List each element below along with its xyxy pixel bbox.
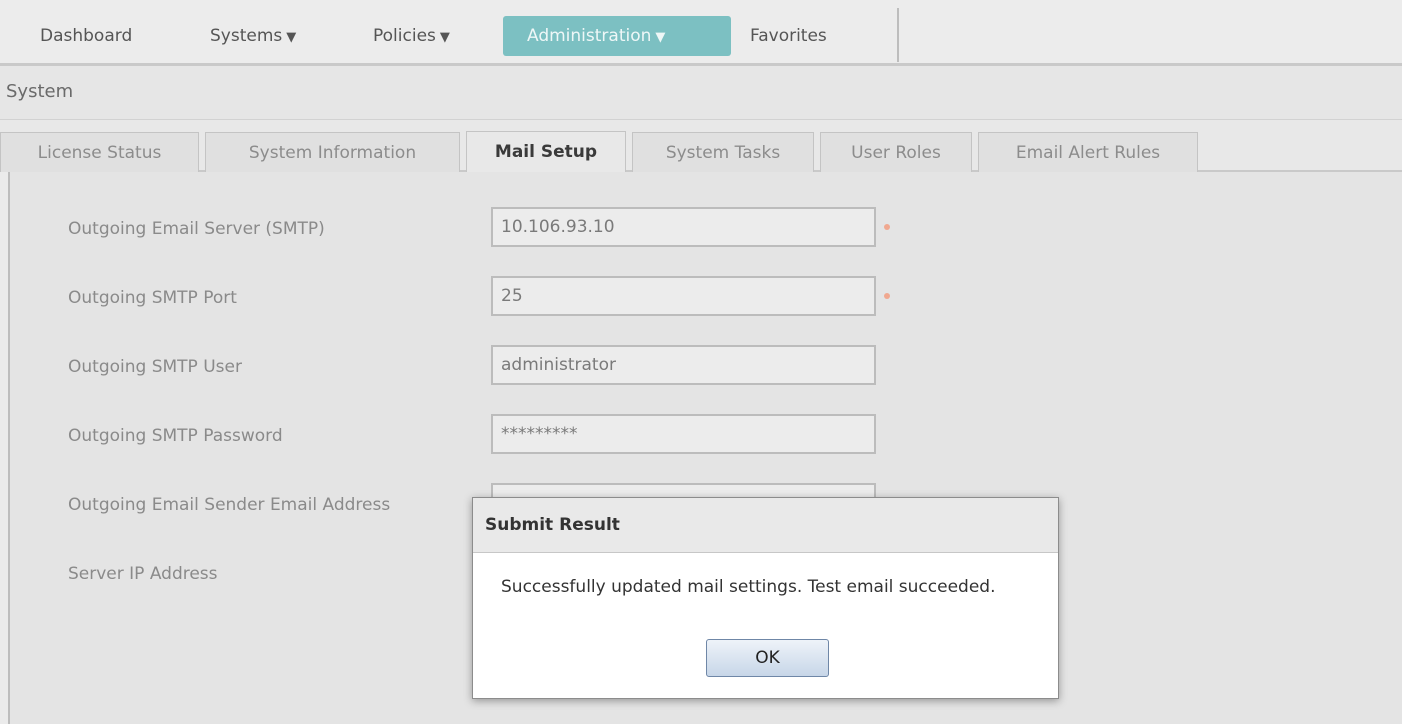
tab-mail-setup-label: Mail Setup	[494, 142, 598, 162]
tab-user-roles-label: User Roles	[851, 143, 941, 163]
nav-favorites-label: Favorites	[750, 26, 827, 46]
main-menu: Dashboard Systems ▼ Policies ▼ Administrat…	[4, 8, 899, 62]
tab-email-alert-rules-label: Email Alert Rules	[1015, 143, 1161, 163]
top-nav-bar: Dashboard Systems ▼ Policies ▼ Administrat…	[0, 0, 1402, 66]
tab-bar: License Status System Information Mail S…	[0, 120, 1402, 173]
required-marker	[884, 293, 890, 299]
server-ip-label: Server IP Address	[68, 564, 218, 584]
smtp-password-label: Outgoing SMTP Password	[68, 426, 283, 446]
section-header: System	[0, 66, 1402, 120]
ok-button[interactable]: OK	[706, 639, 829, 677]
nav-favorites[interactable]: Favorites	[750, 16, 827, 56]
dialog-message: Successfully updated mail settings. Test…	[501, 577, 996, 597]
chevron-down-icon: ▼	[439, 30, 450, 45]
required-marker	[884, 224, 890, 230]
smtp-port-label: Outgoing SMTP Port	[68, 288, 237, 308]
tab-license-status-label: License Status	[37, 143, 162, 163]
nav-administration[interactable]: Administration ▼	[503, 16, 731, 56]
smtp-user-label: Outgoing SMTP User	[68, 357, 242, 377]
tab-system-tasks[interactable]: System Tasks	[632, 132, 814, 172]
tab-email-alert-rules[interactable]: Email Alert Rules	[978, 132, 1198, 172]
smtp-password-input[interactable]	[491, 414, 876, 454]
dialog-title: Submit Result	[485, 515, 620, 535]
nav-dashboard-label: Dashboard	[40, 26, 133, 46]
nav-administration-label: Administration	[527, 26, 652, 46]
chevron-down-icon: ▼	[286, 30, 297, 45]
tab-user-roles[interactable]: User Roles	[820, 132, 972, 172]
nav-dashboard[interactable]: Dashboard	[40, 16, 132, 56]
nav-systems[interactable]: Systems ▼	[210, 16, 296, 56]
tab-system-information-label: System Information	[248, 143, 417, 163]
chevron-down-icon: ▼	[655, 30, 666, 45]
submit-result-dialog: Submit Result Successfully updated mail …	[472, 497, 1059, 699]
smtp-port-input[interactable]	[491, 276, 876, 316]
smtp-user-input[interactable]	[491, 345, 876, 385]
nav-policies-label: Policies	[373, 26, 436, 46]
nav-systems-label: Systems	[210, 26, 283, 46]
smtp-server-input[interactable]	[491, 207, 876, 247]
sender-email-label: Outgoing Email Sender Email Address	[68, 495, 391, 515]
smtp-server-label: Outgoing Email Server (SMTP)	[68, 219, 325, 239]
nav-policies[interactable]: Policies ▼	[373, 16, 450, 56]
page-title: System	[6, 81, 74, 102]
tab-system-information[interactable]: System Information	[205, 132, 460, 172]
tab-system-tasks-label: System Tasks	[665, 143, 781, 163]
tab-license-status[interactable]: License Status	[0, 132, 199, 172]
dialog-header: Submit Result	[473, 498, 1058, 553]
tab-mail-setup[interactable]: Mail Setup	[466, 131, 626, 173]
